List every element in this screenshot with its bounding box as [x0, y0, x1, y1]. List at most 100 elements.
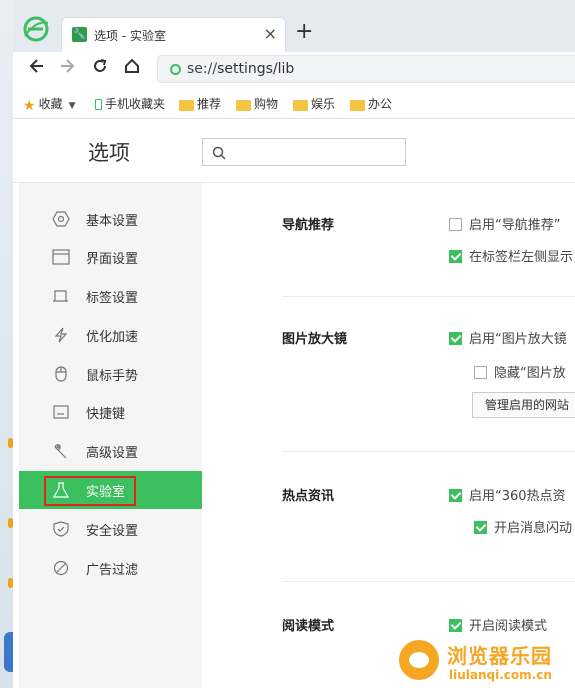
section-title-hot: 热点资讯 — [282, 489, 335, 504]
folder-icon — [179, 100, 194, 111]
bookmark-favorites[interactable]: ★ 收藏 ▼ — [23, 95, 76, 114]
bookmark-label: 推荐 — [197, 97, 222, 111]
sidebar-item-basic[interactable]: 基本设置 — [19, 200, 202, 238]
navigation-bar: se://settings/lib — [13, 52, 575, 88]
mouse-icon — [55, 366, 67, 382]
bookmark-mobile[interactable]: 手机收藏夹 — [95, 95, 165, 112]
bookmark-label: 购物 — [254, 97, 279, 111]
block-icon — [53, 560, 69, 576]
bookmark-folder-recommend[interactable]: 推荐 — [179, 95, 221, 112]
section-title-nav: 导航推荐 — [282, 218, 335, 233]
folder-icon — [293, 100, 308, 111]
sidebar-item-label: 快捷键 — [86, 407, 126, 422]
arrow-right-icon — [61, 59, 75, 73]
checkbox-hot-enable[interactable]: 启用“360热点资 — [449, 485, 566, 504]
browser-logo-icon — [23, 16, 49, 42]
sidebar-item-shortcuts[interactable]: 快捷键 — [19, 393, 202, 431]
sidebar-item-label: 广告过滤 — [86, 563, 139, 578]
settings-content: 导航推荐 启用“导航推荐” 在标签栏左侧显示 图片放大镜 启用“图片放大镜 隐藏… — [202, 183, 575, 688]
sidebar-item-advanced[interactable]: 高级设置 — [19, 432, 202, 470]
settings-search-input[interactable] — [202, 138, 406, 166]
sidebar-item-speedup[interactable]: 优化加速 — [19, 316, 202, 354]
sidebar-item-lab[interactable]: 实验室 — [19, 471, 202, 509]
search-icon — [212, 146, 226, 160]
bookmark-folder-office[interactable]: 办公 — [350, 95, 392, 112]
address-url: se://settings/lib — [187, 61, 294, 77]
back-button[interactable] — [25, 58, 47, 80]
bookmarks-bar: ★ 收藏 ▼ 手机收藏夹 推荐 购物 娱乐 办公 — [13, 88, 575, 119]
section-title-read: 阅读模式 — [282, 619, 335, 634]
bookmark-folder-shopping[interactable]: 购物 — [236, 95, 278, 112]
sidebar-item-security[interactable]: 安全设置 — [19, 510, 202, 548]
desktop-left-strip — [0, 0, 14, 688]
arrow-left-icon — [29, 59, 43, 73]
address-bar[interactable]: se://settings/lib — [157, 55, 575, 83]
checkbox-zoom-hide[interactable]: 隐藏“图片放 — [474, 362, 566, 381]
section-title-zoom: 图片放大镜 — [282, 332, 348, 347]
folder-icon — [236, 100, 251, 111]
reload-icon — [94, 59, 107, 72]
sidebar-item-label: 安全设置 — [86, 524, 139, 539]
settings-sidebar: 基本设置 界面设置 标签设置 优化加速 鼠标手势 快捷键 高级设置 实验室 安全… — [19, 183, 202, 688]
folder-icon — [350, 100, 365, 111]
sidebar-item-tabs[interactable]: 标签设置 — [19, 277, 202, 315]
checkbox-box[interactable] — [449, 489, 462, 502]
settings-header: 选项 — [13, 119, 575, 183]
sidebar-item-interface[interactable]: 界面设置 — [19, 238, 202, 276]
secure-icon — [170, 64, 181, 75]
bookmark-label: 办公 — [368, 97, 393, 111]
edge-marker-blue — [4, 632, 13, 672]
home-button[interactable] — [121, 58, 143, 80]
watermark-logo: 浏览器乐园 liulanqi.com.cn — [389, 632, 575, 688]
url-path: settings/lib — [217, 61, 295, 77]
watermark-icon — [399, 640, 439, 680]
section-divider — [282, 581, 575, 582]
checkbox-box[interactable] — [449, 218, 462, 231]
sidebar-item-mouse-gestures[interactable]: 鼠标手势 — [19, 355, 202, 393]
tab-title: 选项 - 实验室 — [94, 29, 166, 43]
checkbox-nav-enable[interactable]: 启用“导航推荐” — [449, 214, 560, 233]
manage-sites-button[interactable]: 管理启用的网站 — [472, 392, 575, 418]
watermark-url: liulanqi.com.cn — [449, 668, 552, 682]
sidebar-item-ad-filter[interactable]: 广告过滤 — [19, 549, 202, 587]
section-divider — [282, 451, 575, 452]
checkbox-box[interactable] — [474, 521, 487, 534]
sidebar-item-label: 界面设置 — [86, 252, 139, 267]
tab-strip: 🔧 选项 - 实验室 × + — [13, 0, 575, 52]
new-tab-button[interactable]: + — [295, 20, 313, 44]
tab-icon — [53, 290, 68, 302]
checkbox-label: 隐藏“图片放 — [494, 366, 566, 381]
checkbox-box[interactable] — [449, 332, 462, 345]
checkbox-box[interactable] — [449, 619, 462, 632]
chevron-down-icon[interactable]: ▼ — [69, 101, 76, 111]
page-title: 选项 — [88, 141, 130, 165]
highlight-box — [44, 476, 136, 506]
close-tab-icon[interactable]: × — [264, 24, 277, 43]
checkbox-nav-left[interactable]: 在标签栏左侧显示 — [449, 246, 573, 265]
reload-button[interactable] — [89, 58, 111, 80]
browser-window: 🔧 选项 - 实验室 × + se://settings/lib ★ 收藏 ▼ 手机… — [13, 0, 575, 688]
watermark-title: 浏览器乐园 — [447, 644, 552, 668]
checkbox-label: 在标签栏左侧显示 — [469, 250, 574, 265]
forward-button[interactable] — [57, 58, 79, 80]
bookmark-folder-entertainment[interactable]: 娱乐 — [293, 95, 335, 112]
shield-icon — [53, 521, 69, 537]
phone-icon — [95, 99, 102, 110]
tab-settings-lab[interactable]: 🔧 选项 - 实验室 × — [61, 17, 286, 52]
lightning-icon — [54, 327, 68, 343]
checkbox-label: 开启消息闪动 — [494, 521, 573, 536]
checkbox-hot-flash[interactable]: 开启消息闪动 — [474, 517, 572, 536]
checkbox-box[interactable] — [474, 366, 487, 379]
sidebar-item-label: 鼠标手势 — [86, 369, 139, 384]
wrench-icon — [54, 444, 67, 459]
checkbox-box[interactable] — [449, 250, 462, 263]
bookmark-label: 手机收藏夹 — [105, 97, 166, 111]
window-icon — [52, 249, 70, 265]
checkbox-zoom-enable[interactable]: 启用“图片放大镜 — [449, 328, 567, 347]
sidebar-item-label: 高级设置 — [86, 446, 139, 461]
section-divider — [282, 296, 575, 297]
home-icon — [125, 58, 139, 73]
settings-page: 选项 基本设置 界面设置 标签设置 优化加速 鼠标手势 快捷键 高级设置 实验室… — [13, 119, 575, 688]
star-icon: ★ — [23, 98, 36, 114]
sidebar-item-label: 基本设置 — [86, 214, 139, 229]
